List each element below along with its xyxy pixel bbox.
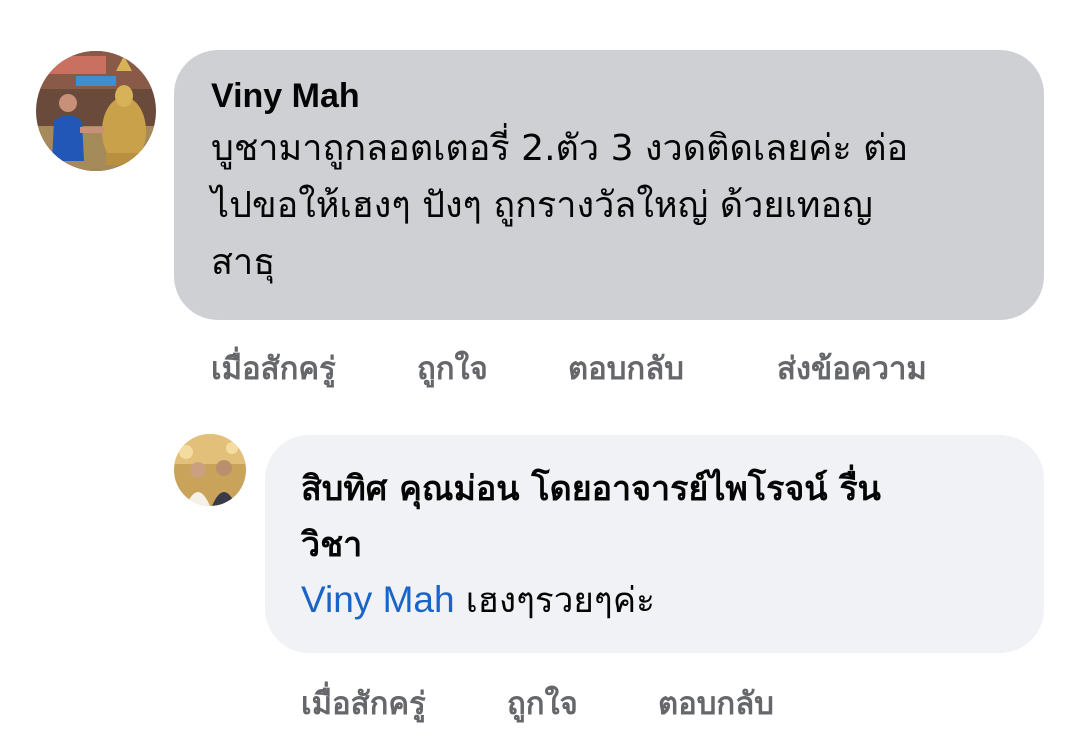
reply-timestamp[interactable]: เมื่อสักครู่ <box>301 678 426 728</box>
commenter-avatar[interactable] <box>36 51 156 171</box>
comment-author[interactable]: Viny Mah <box>211 72 1008 120</box>
comment-text-line: บูชามาถูกลอตเตอรี่ 2.ตัว 3 งวดติดเลยค่ะ … <box>211 128 909 169</box>
reply-button[interactable]: ตอบกลับ <box>568 343 684 393</box>
comment-actions: เมื่อสักครู่ ถูกใจ ตอบกลับ ส่งข้อความ <box>211 343 1011 387</box>
reply-like-button[interactable]: ถูกใจ <box>507 678 578 728</box>
send-message-button[interactable]: ส่งข้อความ <box>777 343 927 393</box>
comment-text-line: ไปขอให้เฮงๆ ปังๆ ถูกรางวัลใหญ่ ด้วยเทอญ <box>211 185 873 226</box>
reply-body: Viny Mah เฮงๆรวยๆค่ะ <box>301 573 1008 628</box>
reply-reply-button[interactable]: ตอบกลับ <box>658 678 774 728</box>
replier-avatar[interactable] <box>174 434 246 506</box>
reply-author[interactable]: สิบทิศ คุณม่อน โดยอาจารย์ไพโรจน์ รื่น วิ… <box>301 461 1008 573</box>
reply-actions: เมื่อสักครู่ ถูกใจ ตอบกลับ <box>301 678 901 722</box>
comment-text-line: สาธุ <box>211 242 276 283</box>
reply-bubble: สิบทิศ คุณม่อน โดยอาจารย์ไพโรจน์ รื่น วิ… <box>265 435 1044 653</box>
comment-timestamp[interactable]: เมื่อสักครู่ <box>211 343 336 393</box>
reply-text: เฮงๆรวยๆค่ะ <box>465 581 655 621</box>
comment-text: บูชามาถูกลอตเตอรี่ 2.ตัว 3 งวดติดเลยค่ะ … <box>211 120 1008 291</box>
reply-author-line: สิบทิศ คุณม่อน โดยอาจารย์ไพโรจน์ รื่น <box>301 469 881 509</box>
comment-bubble: Viny Mah บูชามาถูกลอตเตอรี่ 2.ตัว 3 งวดต… <box>174 50 1044 320</box>
reply-author-line: วิชา <box>301 525 363 565</box>
like-button[interactable]: ถูกใจ <box>417 343 488 393</box>
mention-link[interactable]: Viny Mah <box>301 579 455 620</box>
